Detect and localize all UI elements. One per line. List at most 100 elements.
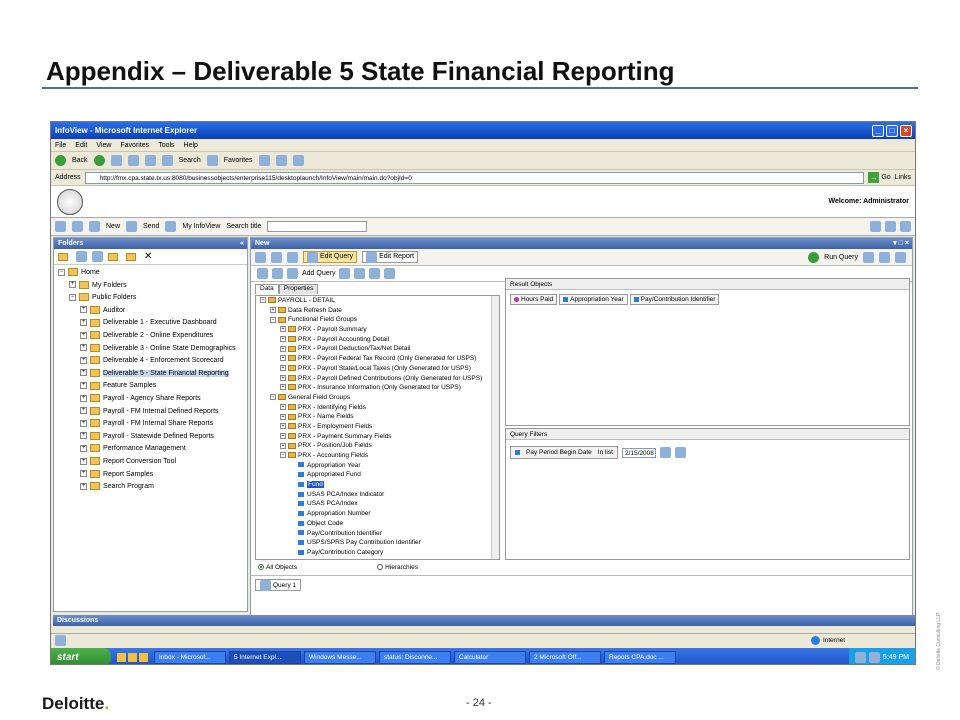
universe-icon[interactable] [257, 268, 268, 279]
expand-toggle-icon[interactable]: + [280, 345, 286, 352]
outline-item[interactable]: + PRX - Payment Summary Fields [256, 432, 499, 442]
expand-toggle-icon[interactable]: + [80, 306, 87, 314]
filter-icon[interactable] [339, 268, 351, 279]
maximize-icon[interactable]: □ [886, 124, 898, 137]
expand-toggle-icon[interactable]: + [280, 413, 286, 420]
refresh-icon[interactable] [127, 155, 139, 166]
expand-toggle-icon[interactable]: + [80, 356, 87, 364]
my-infoview-icon[interactable] [165, 221, 177, 232]
folder-tree-item[interactable]: + My Folders [54, 280, 247, 293]
run-query-icon[interactable] [808, 251, 820, 263]
filter-condition[interactable]: Pay Period Begin Date In list [510, 446, 618, 459]
address-input[interactable]: http://fmx.cpa.state.tx.us:8080/business… [84, 171, 865, 184]
outline-item[interactable]: + PRX - Payroll Accounting Detail [256, 335, 499, 345]
expand-toggle-icon[interactable]: + [80, 331, 87, 339]
folder-up-icon[interactable] [108, 252, 118, 261]
forward-icon[interactable] [93, 155, 105, 166]
expand-toggle-icon[interactable]: + [80, 382, 87, 389]
taskbar-button[interactable]: Repots CPA.doc ... [604, 650, 676, 664]
expand-toggle-icon[interactable]: + [280, 355, 286, 362]
quick-launch-icon[interactable] [117, 652, 126, 662]
expand-toggle-icon[interactable]: + [270, 306, 276, 313]
send-icon[interactable] [126, 221, 138, 232]
folder-tree-item[interactable]: + Report Samples [54, 469, 247, 482]
taskbar-button[interactable]: Calculator [454, 650, 526, 664]
tab-data[interactable]: Data [255, 284, 279, 294]
quick-launch-icon[interactable] [128, 652, 137, 662]
outline-item[interactable]: − PRX - Accounting Fields [256, 451, 499, 461]
outline-item[interactable]: − General Field Groups [256, 393, 499, 403]
close-icon[interactable]: × [900, 124, 912, 137]
clock[interactable]: 5:49 PM [883, 654, 909, 661]
folder-tree-item[interactable]: − Public Folders [54, 292, 247, 305]
help-icon[interactable] [900, 221, 911, 232]
taskbar-button[interactable]: Windows Messe... [304, 650, 376, 664]
prompt-icon[interactable] [384, 268, 396, 279]
back-button[interactable]: Back [72, 157, 88, 164]
folder-tree-item[interactable]: + Payroll - FM Internal Share Reports [54, 418, 247, 431]
my-infoview-button[interactable]: My InfoView [182, 223, 220, 230]
home-icon[interactable] [144, 155, 156, 166]
send-button[interactable]: Send [143, 223, 159, 230]
outline-item[interactable]: − PAYROLL - DETAIL [256, 296, 499, 306]
edit-query-button[interactable]: Edit Query [303, 251, 358, 263]
run-query-button[interactable]: Run Query [824, 254, 858, 261]
properties-icon[interactable] [863, 251, 874, 263]
expand-toggle-icon[interactable]: + [280, 336, 286, 343]
refresh-icon[interactable] [76, 251, 87, 262]
mail-icon[interactable] [275, 155, 287, 166]
expand-toggle-icon[interactable]: + [80, 419, 87, 427]
outline-item[interactable]: − Functional Field Groups [256, 315, 499, 325]
stop-icon[interactable] [110, 155, 122, 166]
expand-toggle-icon[interactable]: − [280, 452, 286, 459]
quick-launch-icon[interactable] [139, 652, 148, 662]
outline-item[interactable]: Appropriated Fund [256, 470, 499, 480]
result-object-chip[interactable]: Appropriation Year [559, 294, 628, 305]
expand-toggle-icon[interactable]: + [280, 326, 286, 333]
links-label[interactable]: Links [895, 174, 915, 181]
expand-toggle-icon[interactable]: + [80, 470, 87, 478]
folder-tree-item[interactable]: + Payroll - FM Internal Defined Reports [54, 406, 247, 419]
menu-item-tools[interactable]: Tools [158, 142, 174, 149]
delete-icon[interactable]: ✕ [144, 251, 152, 262]
list-icon[interactable] [674, 447, 686, 458]
outline-item[interactable]: USAS PCA/Index Indicator [256, 490, 499, 500]
expand-toggle-icon[interactable]: + [280, 403, 286, 410]
folder-tree-item[interactable]: + Deliverable 3 - Online State Demographi… [54, 343, 247, 356]
lock-icon[interactable] [885, 221, 896, 232]
expand-toggle-icon[interactable]: + [80, 319, 87, 327]
history-icon[interactable] [258, 155, 270, 166]
expand-toggle-icon[interactable]: + [80, 482, 87, 490]
outline-item[interactable]: Appropriation Year [256, 461, 499, 471]
result-object-chip[interactable]: Hours Paid [510, 294, 558, 305]
view-icon[interactable] [879, 251, 890, 263]
expand-toggle-icon[interactable]: + [69, 281, 76, 289]
expand-toggle-icon[interactable]: + [280, 374, 286, 381]
taskbar-button[interactable]: status: Disconne... [379, 650, 451, 664]
outline-item[interactable]: USAS PCA/Index [256, 499, 499, 509]
expand-toggle-icon[interactable]: + [80, 444, 87, 452]
combined-query-icon[interactable] [272, 268, 283, 279]
filter-operator[interactable]: In list [598, 449, 613, 456]
print-icon[interactable] [287, 251, 298, 263]
expand-toggle-icon[interactable]: + [280, 432, 286, 439]
folder-tree-item[interactable]: + Deliverable 2 - Online Expenditures [54, 330, 247, 343]
folder-tree-item[interactable]: + Feature Samples [54, 380, 247, 393]
taskbar-button[interactable]: 5 Internet Expl... [229, 650, 301, 664]
expand-toggle-icon[interactable]: + [80, 344, 87, 352]
help-icon[interactable] [895, 251, 906, 263]
start-button[interactable]: start [51, 648, 111, 664]
folder-tree-item[interactable]: + Payroll - Statewide Defined Reports [54, 431, 247, 444]
expand-toggle-icon[interactable]: − [69, 293, 76, 301]
query-1-tab[interactable]: Query 1 [255, 579, 302, 591]
taskbar-button[interactable]: Inbox - Microsof... [154, 650, 226, 664]
expand-toggle-icon[interactable]: + [80, 369, 87, 377]
preferences-icon[interactable] [870, 221, 881, 232]
outline-item[interactable]: Appropriation Number [256, 509, 499, 519]
folder-tree-item[interactable]: + Auditor [54, 305, 247, 318]
outline-item[interactable]: + PRX - Payroll Summary [256, 325, 499, 335]
search-title-input[interactable] [267, 221, 368, 232]
menu-item-view[interactable]: View [96, 142, 111, 149]
outline-item[interactable]: + PRX - Payroll Federal Tax Record (Only … [256, 354, 499, 364]
taskbar-button[interactable]: 2 Microsoft Off... [529, 650, 601, 664]
